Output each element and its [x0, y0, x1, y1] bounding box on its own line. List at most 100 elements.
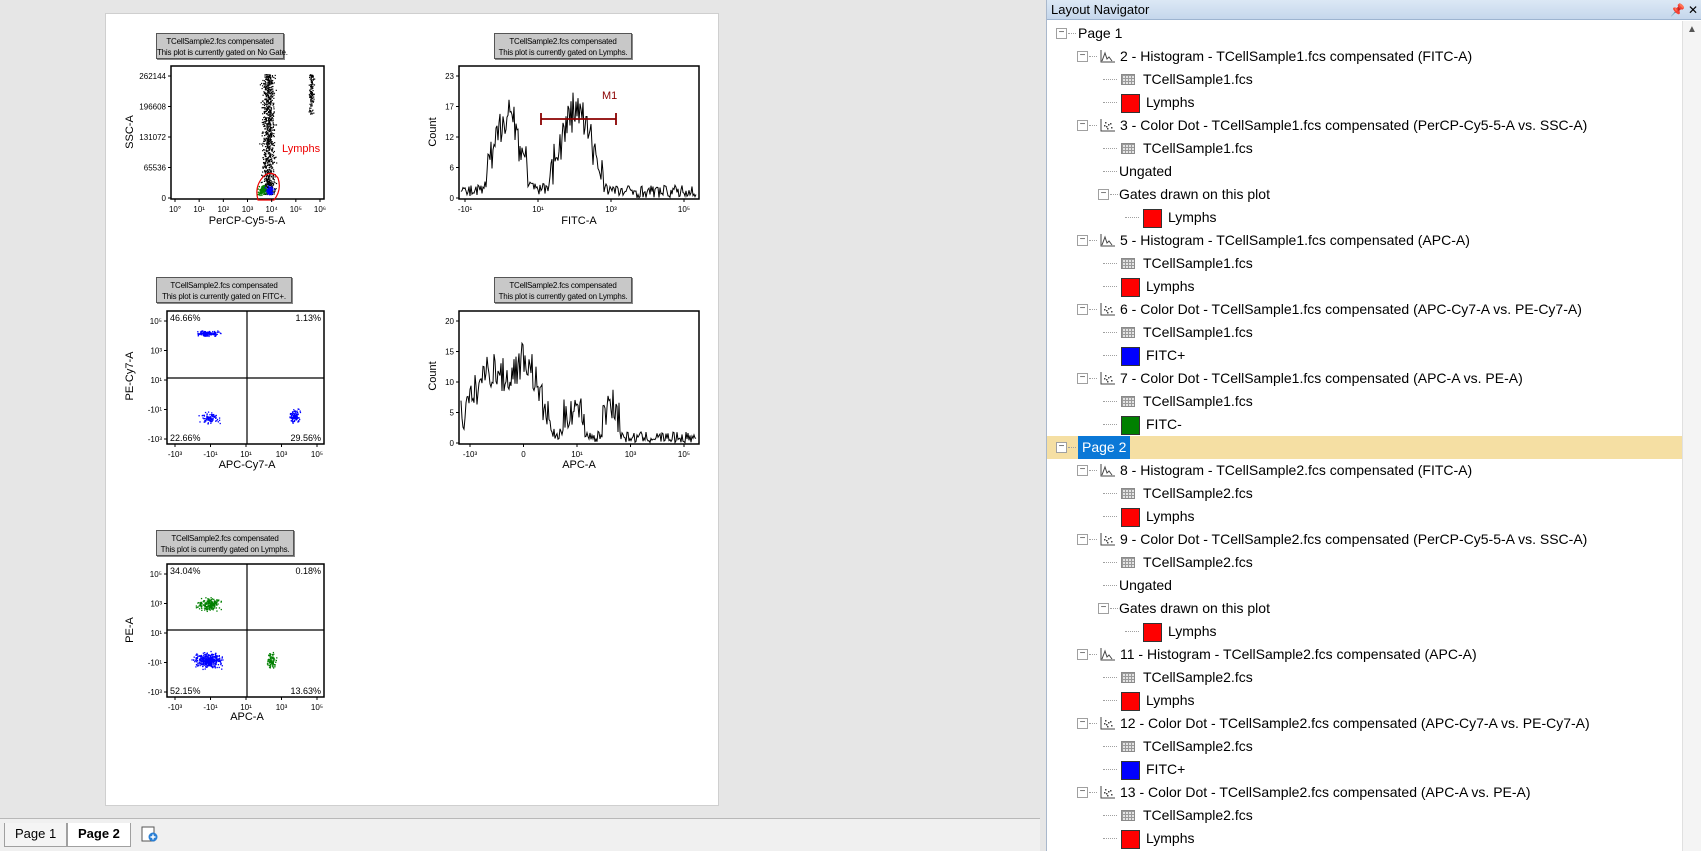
collapse-icon[interactable]: − — [1098, 603, 1109, 614]
tree-item[interactable]: FITC+ — [1047, 344, 1683, 367]
tree-item[interactable]: TCellSample2.fcs — [1047, 666, 1683, 689]
scroll-up-icon[interactable]: ▲ — [1687, 24, 1697, 35]
tree-item[interactable]: − Gates drawn on this plot — [1047, 597, 1683, 620]
collapse-icon[interactable]: − — [1077, 235, 1088, 246]
y-tick-labels: 20 15 10 5 0 — [445, 317, 459, 448]
tree-node-label: Gates drawn on this plot — [1119, 186, 1270, 202]
tree-item[interactable]: TCellSample1.fcs — [1047, 252, 1683, 275]
tree-page-node[interactable]: − Page 1 — [1047, 22, 1683, 45]
tree-item[interactable]: Lymphs — [1047, 206, 1683, 229]
x-tick-label: 10⁵ — [311, 450, 323, 459]
tree-item[interactable]: TCellSample2.fcs — [1047, 735, 1683, 758]
tree-item[interactable]: TCellSample1.fcs — [1047, 321, 1683, 344]
tree-plot-node[interactable]: − 6 - Color Dot - TCellSample1.fcs compen… — [1047, 298, 1683, 321]
add-page-icon[interactable] — [140, 825, 160, 843]
tree-item[interactable]: TCellSample1.fcs — [1047, 390, 1683, 413]
histogram-apc[interactable]: 20 15 10 5 0 -10³ 0 10¹ 10³ 10⁵ APC-A Count — [427, 310, 700, 471]
color-dot-icon — [1100, 119, 1115, 132]
x-tick-label: -10¹ — [203, 703, 218, 712]
quadrant-plot-apc-pe[interactable]: 34.04% 0.18% 52.15% 13.63% 10⁵ 10³ 10¹ -10¹… — [124, 563, 325, 723]
tree-plot-node[interactable]: − 12 - Color Dot - TCellSample2.fcs compe… — [1047, 712, 1683, 735]
tree-node-label: TCellSample1.fcs — [1143, 255, 1253, 271]
collapse-icon[interactable]: − — [1077, 787, 1088, 798]
tree-item[interactable]: FITC- — [1047, 413, 1683, 436]
collapse-icon[interactable]: − — [1077, 534, 1088, 545]
tree-item[interactable]: Lymphs — [1047, 689, 1683, 712]
tree-plot-node[interactable]: − 5 - Histogram - TCellSample1.fcs compen… — [1047, 229, 1683, 252]
tree-node-label: 6 - Color Dot - TCellSample1.fcs compens… — [1120, 301, 1582, 317]
y-tick-label: 10⁵ — [150, 570, 162, 579]
tree-connector — [1089, 792, 1097, 793]
collapse-icon[interactable]: − — [1077, 120, 1088, 131]
tree-plot-node[interactable]: − 2 - Histogram - TCellSample1.fcs compen… — [1047, 45, 1683, 68]
close-icon[interactable]: ✕ — [1688, 0, 1698, 20]
collapse-icon[interactable]: − — [1077, 465, 1088, 476]
tree-item[interactable]: TCellSample2.fcs — [1047, 551, 1683, 574]
tree-item[interactable]: TCellSample1.fcs — [1047, 137, 1683, 160]
sample-grid-icon — [1121, 327, 1135, 338]
tree-item[interactable]: Lymphs — [1047, 620, 1683, 643]
tree-plot-node[interactable]: − 11 - Histogram - TCellSample2.fcs compe… — [1047, 643, 1683, 666]
y-tick-labels: 10⁵ 10³ 10¹ -10¹ -10³ — [148, 570, 167, 697]
layout-navigator-panel: Layout Navigator 📌 ✕ − Page 1−2 - Histogr… — [1046, 0, 1701, 851]
x-tick-labels: 10° 10¹ 10² 10³ 10⁴ 10⁵ 10⁶ — [169, 199, 326, 214]
y-tick-label: 23 — [445, 72, 454, 81]
tree-node-label: TCellSample2.fcs — [1143, 485, 1253, 501]
tree-item[interactable]: Ungated — [1047, 160, 1683, 183]
tree-item[interactable]: TCellSample2.fcs — [1047, 482, 1683, 505]
tree-node-label: Lymphs — [1168, 623, 1217, 639]
quadrant-plot-apccy7-pecy7[interactable]: 46.66% 1.13% 22.66% 29.56% 10⁵ 10³ 10¹ -10¹… — [124, 310, 325, 471]
tree-item[interactable]: Ungated — [1047, 574, 1683, 597]
collapse-icon[interactable]: − — [1077, 373, 1088, 384]
collapse-icon[interactable]: − — [1056, 442, 1067, 453]
vertical-scrollbar[interactable]: ▲ — [1682, 21, 1701, 851]
histogram-fitc[interactable]: M1 23 17 12 6 0 -10¹ 10¹ 10³ 10⁵ FITC-A Count — [427, 65, 700, 227]
tree-plot-node[interactable]: − 9 - Color Dot - TCellSample2.fcs compen… — [1047, 528, 1683, 551]
x-tick-label: -10³ — [168, 450, 183, 459]
gate-color-swatch — [1121, 761, 1140, 780]
tab-page-1[interactable]: Page 1 — [4, 823, 68, 847]
collapse-icon[interactable]: − — [1077, 51, 1088, 62]
collapse-icon[interactable]: − — [1056, 28, 1067, 39]
y-tick-label: 0 — [450, 194, 455, 203]
tree-plot-node[interactable]: − 7 - Color Dot - TCellSample1.fcs compen… — [1047, 367, 1683, 390]
tree-node-label: 12 - Color Dot - TCellSample2.fcs compen… — [1120, 715, 1590, 731]
tree-connector — [1125, 217, 1139, 218]
y-tick-label: 10³ — [150, 600, 162, 609]
tree-item[interactable]: Lymphs — [1047, 505, 1683, 528]
quadrant-lr-label: 13.63% — [290, 686, 321, 696]
tree-item[interactable]: − Gates drawn on this plot — [1047, 183, 1683, 206]
layout-page[interactable]: TCellSample2.fcs compensated This plot i… — [105, 13, 719, 806]
tree-item[interactable]: Lymphs — [1047, 827, 1683, 850]
tree-item[interactable]: Lymphs — [1047, 91, 1683, 114]
tree-item[interactable]: Lymphs — [1047, 275, 1683, 298]
collapse-icon[interactable]: − — [1077, 718, 1088, 729]
tree-item[interactable]: TCellSample1.fcs — [1047, 68, 1683, 91]
tree-connector — [1103, 516, 1117, 517]
tab-page-2[interactable]: Page 2 — [67, 823, 131, 847]
collapse-icon[interactable]: − — [1098, 189, 1109, 200]
tree-item[interactable]: FITC+ — [1047, 758, 1683, 781]
tree-connector — [1103, 700, 1117, 701]
x-tick-labels: -10¹ 10¹ 10³ 10⁵ — [458, 199, 690, 214]
x-axis-label: APC-A — [230, 711, 264, 723]
collapse-icon[interactable]: − — [1077, 649, 1088, 660]
tree-node-label: FITC+ — [1146, 761, 1186, 777]
tree-plot-node[interactable]: − 8 - Histogram - TCellSample2.fcs compen… — [1047, 459, 1683, 482]
layout-canvas[interactable]: TCellSample2.fcs compensated This plot i… — [0, 0, 1040, 818]
tree-plot-node[interactable]: − 3 - Color Dot - TCellSample1.fcs compen… — [1047, 114, 1683, 137]
tree-node-label: FITC+ — [1146, 347, 1186, 363]
plots-svg[interactable]: Lymphs 262144196608131072655360 10° 10¹ 10… — [106, 14, 720, 807]
tree-item[interactable]: TCellSample2.fcs — [1047, 804, 1683, 827]
tree-node-label: 9 - Color Dot - TCellSample2.fcs compens… — [1120, 531, 1588, 547]
y-tick-label: 10 — [445, 378, 454, 387]
y-axis-label: Count — [427, 361, 439, 390]
collapse-icon[interactable]: − — [1077, 304, 1088, 315]
y-tick-label: 196608 — [139, 103, 166, 112]
dot-plot-percp-ssc[interactable]: Lymphs 262144196608131072655360 10° 10¹ 10… — [124, 65, 326, 227]
tree-page-node[interactable]: − Page 2 — [1047, 436, 1683, 459]
tree-plot-node[interactable]: − 13 - Color Dot - TCellSample2.fcs compe… — [1047, 781, 1683, 804]
y-axis-label: SSC-A — [124, 115, 136, 149]
x-tick-label: -10¹ — [203, 450, 218, 459]
pin-icon[interactable]: 📌 — [1670, 0, 1685, 20]
